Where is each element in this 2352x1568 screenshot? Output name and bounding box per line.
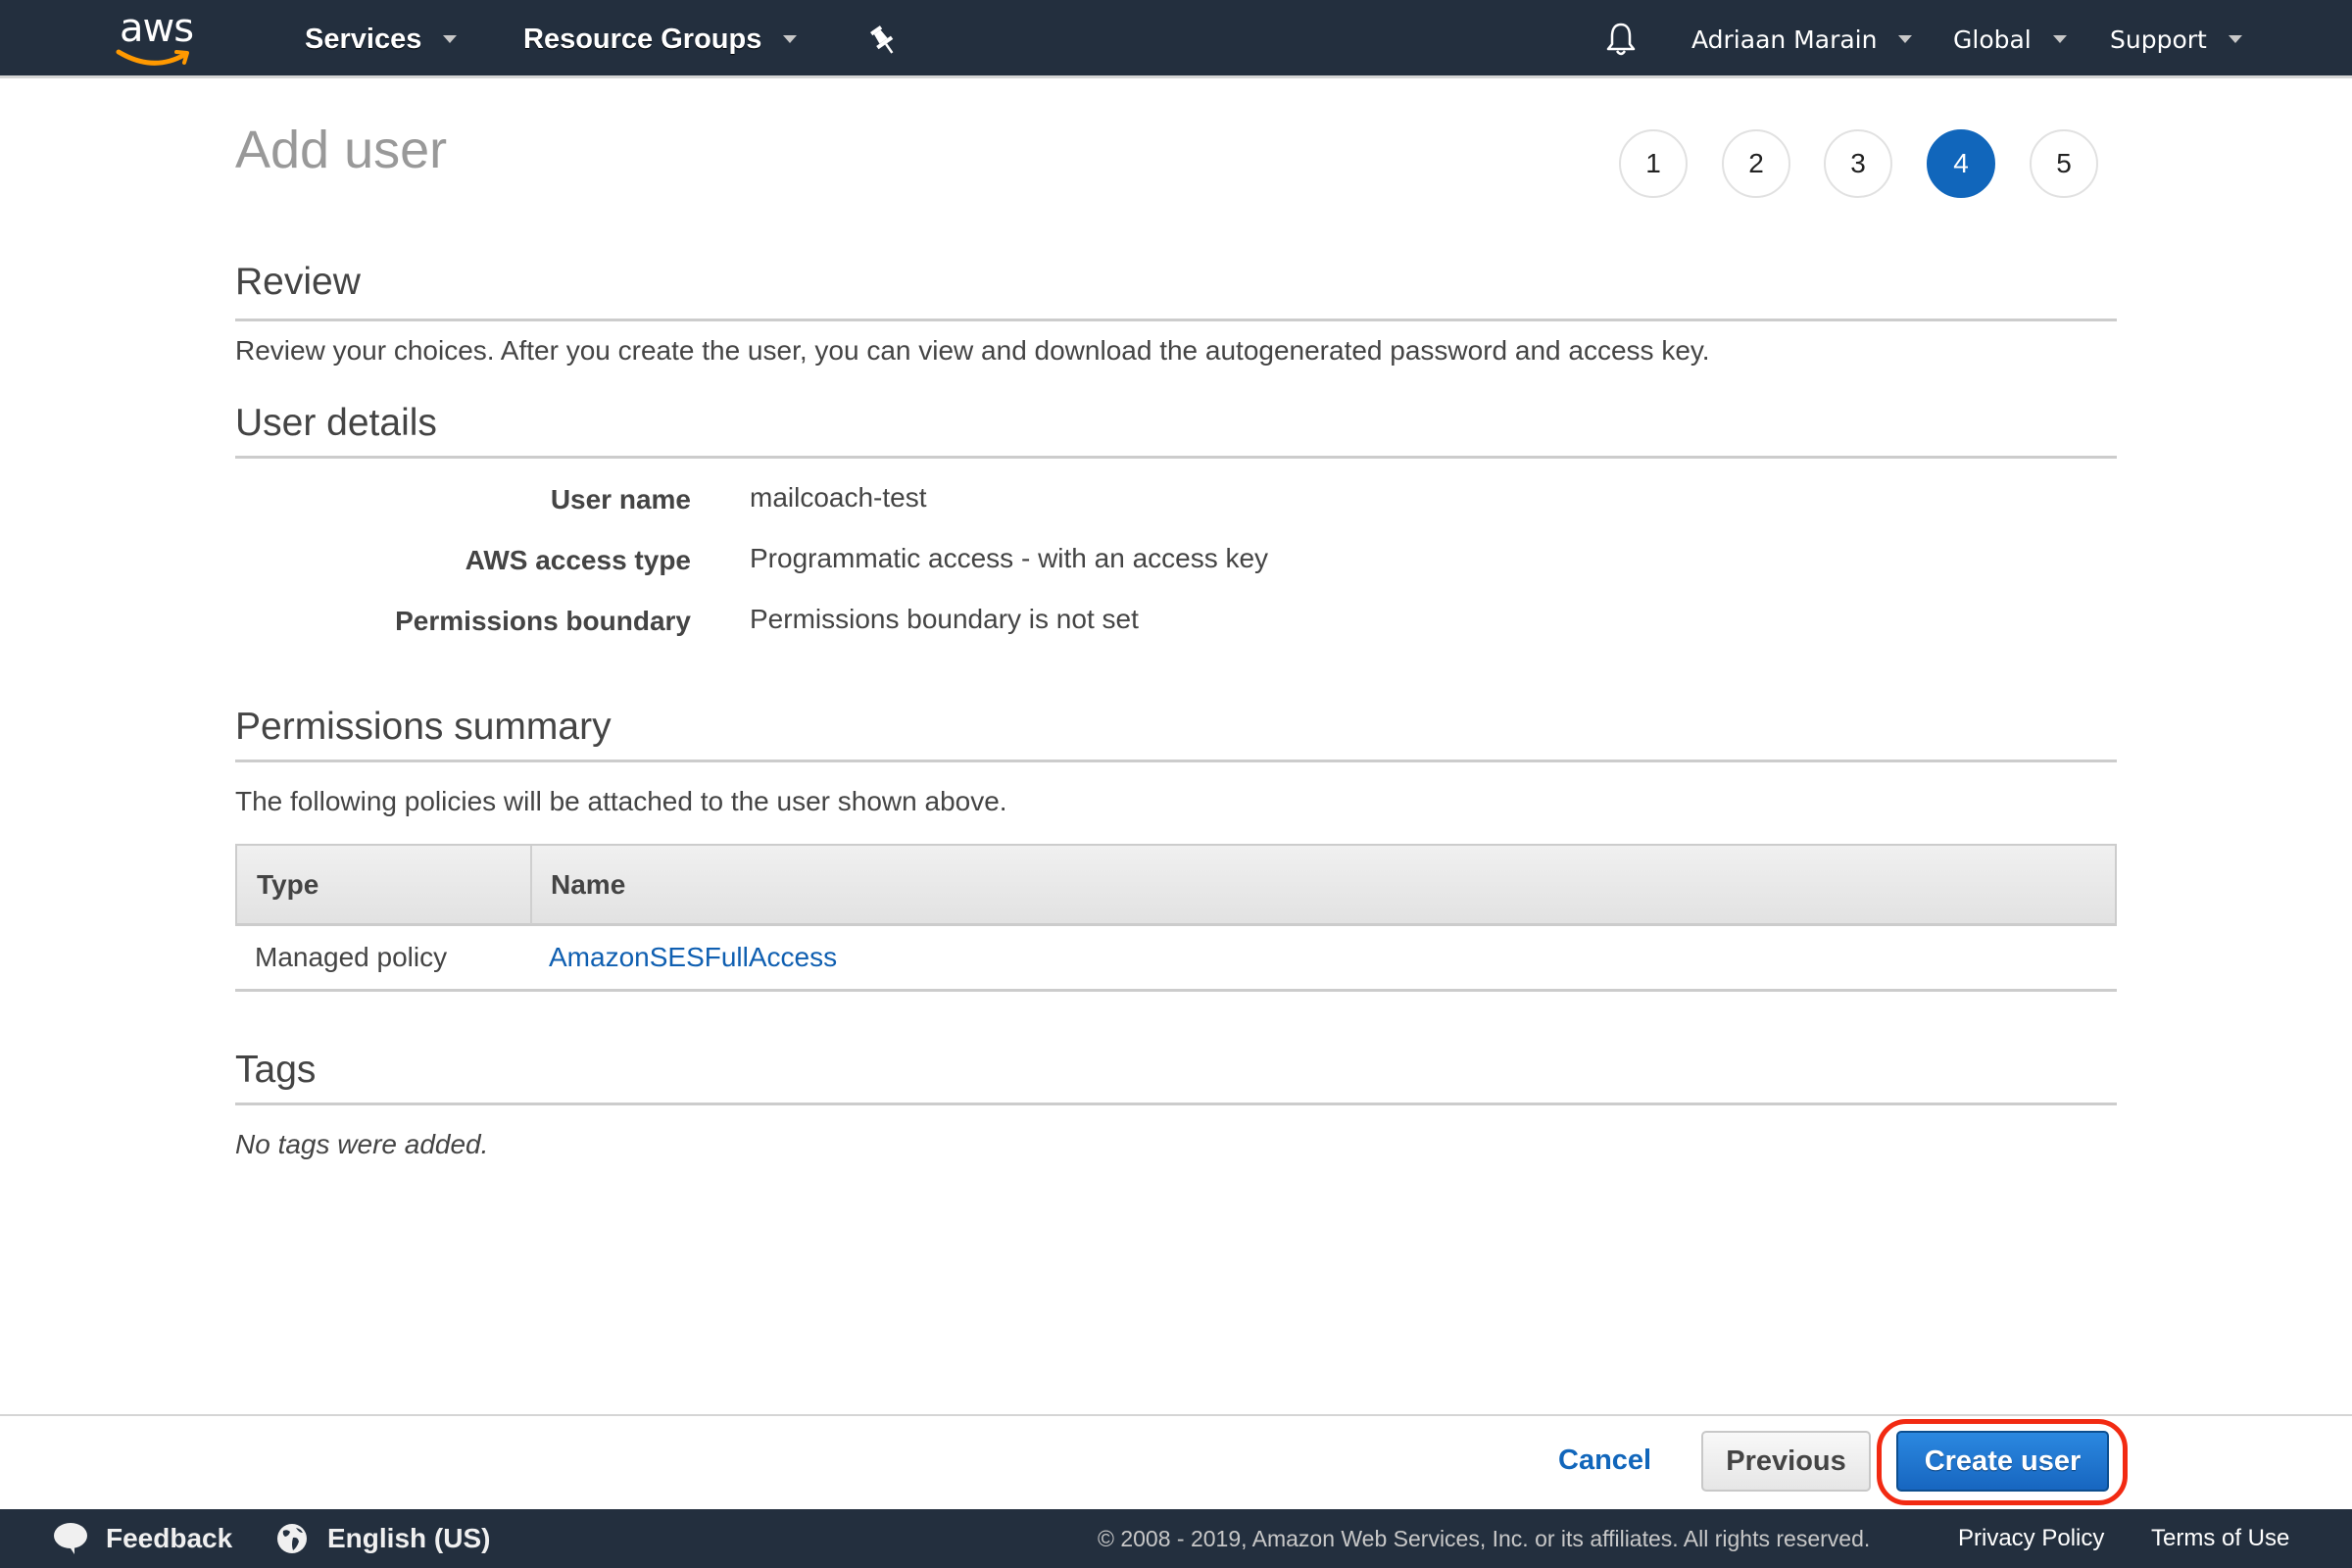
action-bar-divider [0, 1414, 2352, 1416]
step-4-current: 4 [1927, 129, 1995, 198]
create-user-button[interactable]: Create user [1896, 1431, 2109, 1492]
aws-smile-icon [116, 49, 189, 66]
pushpin-icon[interactable] [868, 24, 898, 57]
resource-groups-menu[interactable]: Resource Groups [523, 0, 798, 78]
divider [235, 456, 2117, 459]
column-separator [530, 846, 532, 924]
step-1[interactable]: 1 [1619, 129, 1688, 198]
step-3[interactable]: 3 [1824, 129, 1892, 198]
account-menu[interactable]: Adriaan Marain [1691, 0, 1913, 78]
permissions-summary-description: The following policies will be attached … [235, 786, 1007, 816]
chevron-down-icon [2228, 35, 2242, 43]
column-header-name[interactable]: Name [551, 846, 625, 924]
user-name-label: User name [550, 484, 691, 514]
services-menu[interactable]: Services [305, 0, 458, 78]
permissions-boundary-value: Permissions boundary is not set [750, 604, 1139, 634]
user-details-heading: User details [235, 402, 437, 444]
column-header-type[interactable]: Type [257, 846, 318, 924]
permissions-summary-heading: Permissions summary [235, 706, 612, 748]
feedback-label: Feedback [106, 1523, 233, 1553]
aws-logo[interactable]: aws [116, 6, 204, 69]
chevron-down-icon [783, 35, 798, 43]
divider [235, 1102, 2117, 1105]
resource-groups-label: Resource Groups [523, 23, 762, 55]
services-label: Services [305, 23, 422, 55]
region-menu[interactable]: Global [1953, 0, 2067, 78]
terms-of-use-link[interactable]: Terms of Use [2151, 1509, 2289, 1568]
support-menu[interactable]: Support [2110, 0, 2242, 78]
table-row: Managed policy AmazonSESFullAccess [235, 926, 2117, 992]
review-description: Review your choices. After you create th… [235, 335, 1710, 366]
access-type-label: AWS access type [465, 545, 691, 575]
globe-icon [277, 1524, 307, 1553]
chevron-down-icon [1898, 35, 1913, 43]
user-name-value: mailcoach-test [750, 482, 927, 513]
access-type-value: Programmatic access - with an access key [750, 543, 1269, 573]
review-heading: Review [235, 261, 361, 303]
table-header: Type Name [235, 844, 2117, 926]
bell-icon[interactable] [1605, 22, 1637, 57]
divider [235, 760, 2117, 762]
language-label: English (US) [327, 1523, 491, 1553]
cancel-button[interactable]: Cancel [1558, 1433, 1651, 1488]
region-label: Global [1953, 24, 2032, 54]
account-name: Adriaan Marain [1691, 24, 1878, 54]
copyright-text: © 2008 - 2019, Amazon Web Services, Inc.… [1098, 1525, 1871, 1551]
chevron-down-icon [2052, 35, 2067, 43]
feedback-link[interactable]: Feedback [53, 1509, 232, 1568]
no-tags-text: No tags were added. [235, 1129, 489, 1159]
page-title: Add user [235, 121, 448, 179]
footer-bar: Feedback English (US) © 2008 - 2019, Ama… [0, 1509, 2352, 1568]
aws-logo-text: aws [120, 6, 194, 51]
previous-button[interactable]: Previous [1701, 1431, 1871, 1492]
policies-table: Type Name Managed policy AmazonSESFullAc… [235, 844, 2117, 992]
policy-type-cell: Managed policy [255, 942, 448, 972]
speech-bubble-icon [54, 1523, 87, 1554]
language-selector[interactable]: English (US) [276, 1509, 490, 1568]
step-2[interactable]: 2 [1722, 129, 1790, 198]
support-label: Support [2110, 24, 2207, 54]
policy-name-link[interactable]: AmazonSESFullAccess [549, 926, 837, 989]
top-navigation-bar: aws Services Resource Groups Adriaan Mar… [0, 0, 2352, 78]
step-5[interactable]: 5 [2030, 129, 2098, 198]
chevron-down-icon [443, 35, 458, 43]
divider [235, 318, 2117, 321]
tags-heading: Tags [235, 1049, 317, 1091]
privacy-policy-link[interactable]: Privacy Policy [1958, 1509, 2104, 1568]
permissions-boundary-label: Permissions boundary [395, 606, 691, 636]
